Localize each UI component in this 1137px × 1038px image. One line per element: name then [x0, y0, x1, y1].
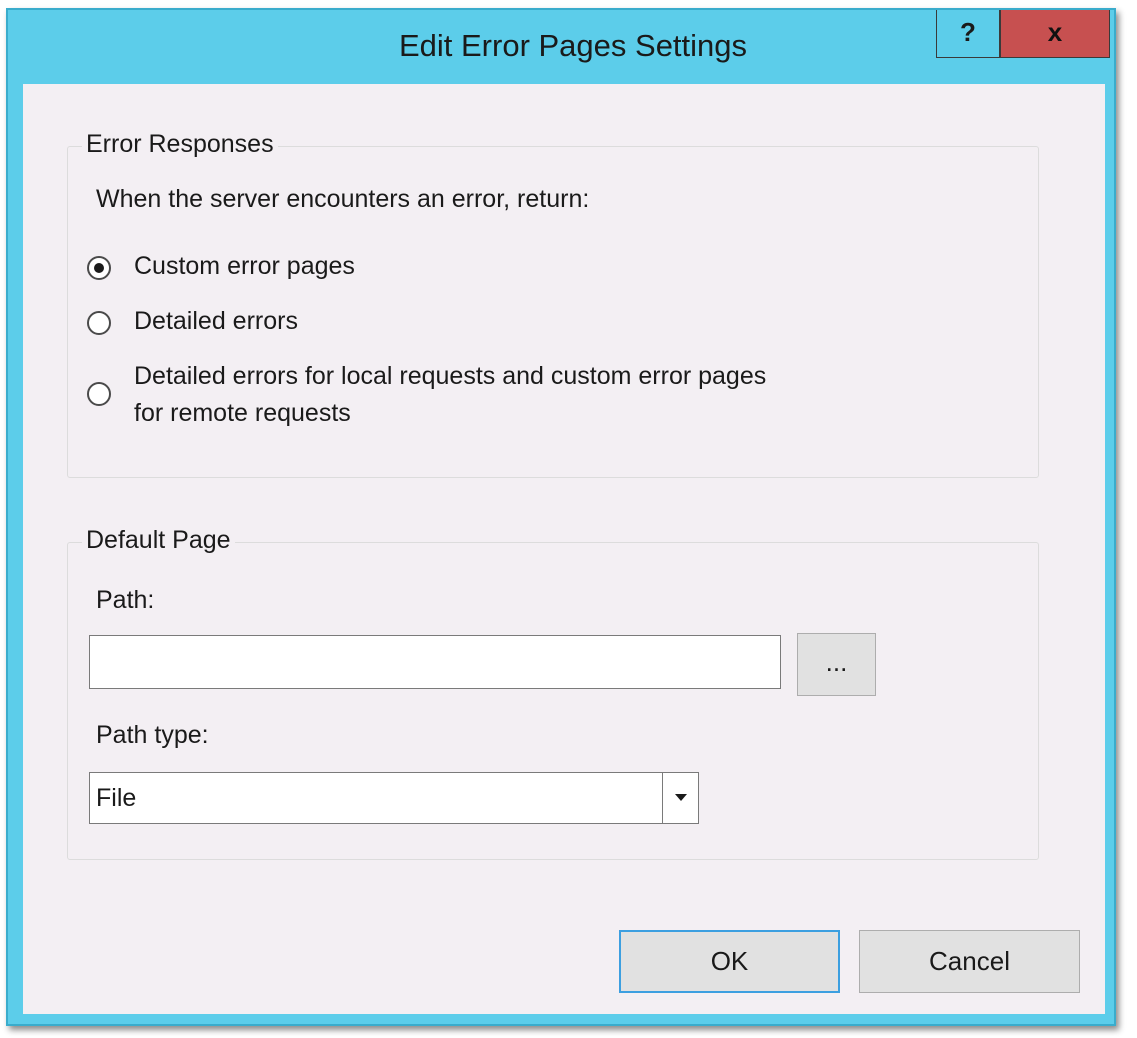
close-button[interactable]: x [1000, 10, 1110, 58]
ok-button-label: OK [710, 946, 749, 976]
browse-button-label: ... [825, 647, 848, 677]
dialog-client-area: Error Responses When the server encounte… [23, 84, 1105, 1014]
close-icon: x [1047, 17, 1063, 47]
radio-detailed-local-label-line2[interactable]: for remote requests [134, 399, 351, 428]
path-type-label: Path type: [96, 721, 209, 749]
help-button[interactable]: ? [936, 10, 1000, 58]
question-mark-icon: ? [960, 17, 976, 47]
radio-custom-error-pages-label[interactable]: Custom error pages [134, 252, 355, 281]
dialog-window: Edit Error Pages Settings ? x Error Resp… [6, 8, 1116, 1026]
path-type-select[interactable]: File [89, 772, 699, 824]
cancel-button[interactable]: Cancel [859, 930, 1080, 993]
error-responses-legend: Error Responses [82, 130, 278, 159]
radio-detailed-errors-label[interactable]: Detailed errors [134, 307, 298, 336]
default-page-legend: Default Page [82, 526, 235, 555]
radio-custom-error-pages[interactable] [87, 256, 111, 280]
radio-detailed-errors[interactable] [87, 311, 111, 335]
path-type-selected-value: File [96, 784, 137, 812]
ok-button[interactable]: OK [619, 930, 840, 993]
chevron-down-icon[interactable] [662, 773, 698, 823]
path-input[interactable] [89, 635, 781, 689]
error-prompt-text: When the server encounters an error, ret… [96, 185, 590, 213]
radio-detailed-local-custom-remote[interactable] [87, 382, 111, 406]
browse-button[interactable]: ... [797, 633, 876, 696]
radio-detailed-local-label-line1[interactable]: Detailed errors for local requests and c… [134, 362, 766, 391]
path-label: Path: [96, 586, 155, 614]
cancel-button-label: Cancel [929, 946, 1010, 976]
